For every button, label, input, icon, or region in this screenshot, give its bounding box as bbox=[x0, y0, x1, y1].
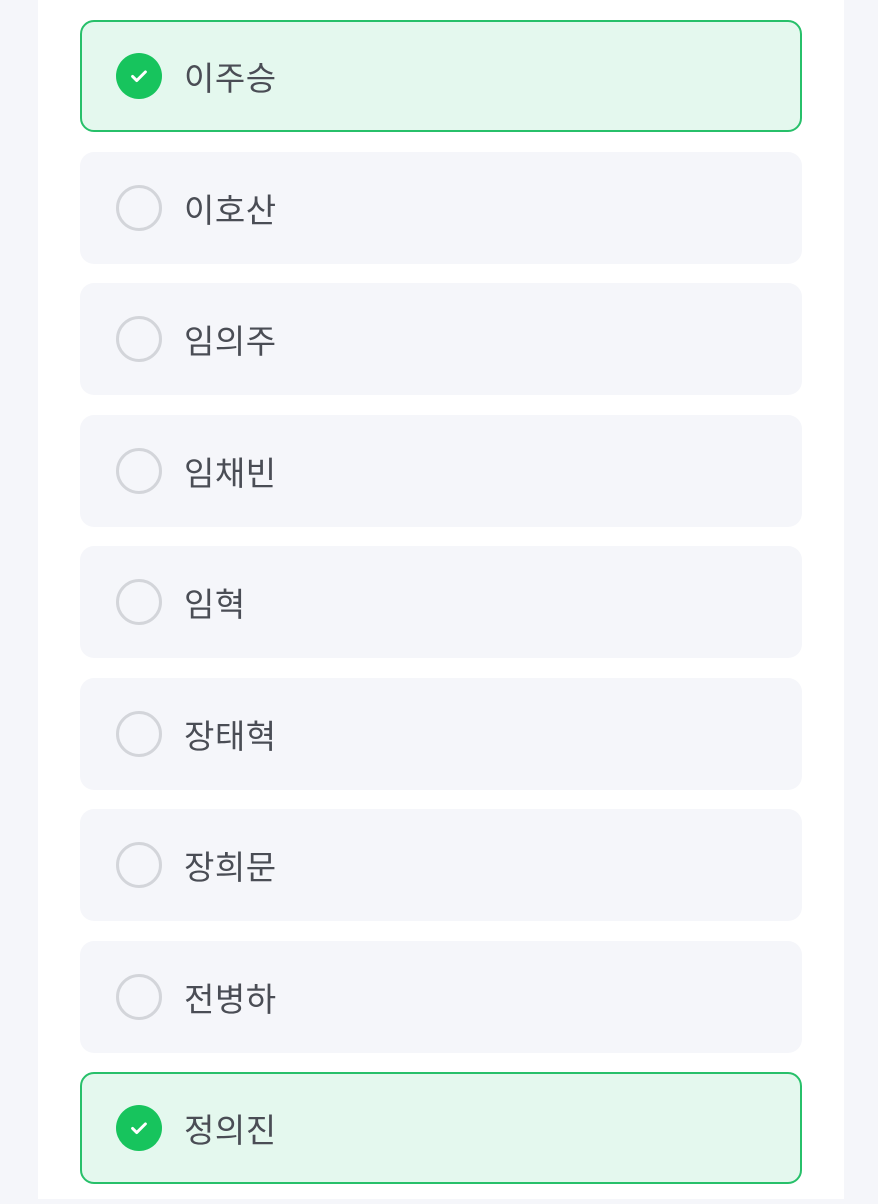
radio-circle-icon bbox=[116, 973, 162, 1020]
option-label: 임혁 bbox=[184, 585, 246, 624]
option-item[interactable]: 이주승 bbox=[80, 20, 802, 132]
radio-circle-icon bbox=[116, 710, 162, 757]
option-label: 장태혁 bbox=[184, 716, 277, 756]
option-label: 이주승 bbox=[184, 59, 277, 98]
option-label: 임의주 bbox=[184, 322, 277, 361]
option-item[interactable]: 정의진 bbox=[80, 1072, 802, 1184]
option-item[interactable]: 임혁 bbox=[80, 546, 802, 658]
check-circle-icon bbox=[116, 53, 162, 99]
option-list: 이주승 이호산 임의주 임채빈 임혁 장태혁 장희문 전병하 정의진 bbox=[80, 20, 802, 1204]
option-label: 전병하 bbox=[184, 979, 277, 1019]
option-item[interactable]: 이호산 bbox=[80, 151, 802, 264]
option-label: 이호산 bbox=[184, 190, 277, 230]
option-item[interactable]: 장태혁 bbox=[80, 677, 802, 790]
option-item[interactable]: 임채빈 bbox=[80, 414, 802, 527]
radio-circle-icon bbox=[116, 316, 162, 362]
check-circle-icon bbox=[116, 1105, 162, 1151]
radio-circle-icon bbox=[116, 579, 162, 625]
radio-circle-icon bbox=[116, 184, 162, 231]
option-item[interactable]: 장희문 bbox=[80, 809, 802, 921]
radio-circle-icon bbox=[116, 842, 162, 888]
option-label: 임채빈 bbox=[184, 453, 277, 493]
option-label: 정의진 bbox=[184, 1111, 277, 1150]
radio-circle-icon bbox=[116, 447, 162, 494]
option-item[interactable]: 임의주 bbox=[80, 283, 802, 395]
option-item[interactable]: 전병하 bbox=[80, 940, 802, 1053]
option-label: 장희문 bbox=[184, 848, 277, 887]
